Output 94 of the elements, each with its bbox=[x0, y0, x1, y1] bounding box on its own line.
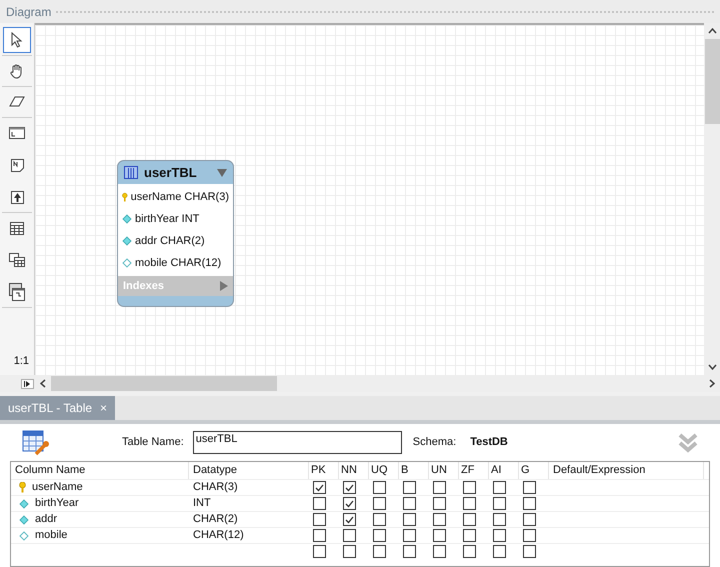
checkbox[interactable] bbox=[313, 513, 326, 526]
eraser-icon bbox=[9, 96, 25, 108]
checkbox[interactable] bbox=[343, 529, 356, 542]
checkbox[interactable] bbox=[403, 481, 416, 494]
checkbox[interactable] bbox=[493, 545, 506, 558]
layer-icon bbox=[9, 127, 25, 139]
checkbox[interactable] bbox=[523, 529, 536, 542]
column-name-cell-text: userName bbox=[32, 480, 83, 496]
checkbox[interactable] bbox=[433, 481, 446, 494]
entity-title: userTBL bbox=[144, 164, 198, 182]
column-header[interactable]: NN bbox=[339, 462, 369, 479]
checkbox[interactable] bbox=[433, 529, 446, 542]
column-header[interactable]: B bbox=[399, 462, 429, 479]
checkbox[interactable] bbox=[373, 545, 386, 558]
checkbox[interactable] bbox=[373, 497, 386, 510]
expand-icon[interactable] bbox=[220, 281, 228, 291]
checkbox[interactable] bbox=[343, 497, 356, 510]
note-icon bbox=[10, 158, 24, 172]
datatype-cell: INT bbox=[193, 497, 211, 510]
checkbox[interactable] bbox=[493, 497, 506, 510]
datatype-cell: CHAR(12) bbox=[193, 529, 244, 542]
checkbox[interactable] bbox=[373, 529, 386, 542]
tab-label: userTBL - Table bbox=[8, 400, 92, 417]
table-edit-icon bbox=[22, 430, 50, 456]
toggle-palette-icon[interactable] bbox=[21, 378, 34, 388]
entity-field: birthYear INT bbox=[135, 210, 200, 228]
checkbox[interactable] bbox=[463, 545, 476, 558]
checkbox[interactable] bbox=[463, 497, 476, 510]
checkbox[interactable] bbox=[373, 481, 386, 494]
checkbox[interactable] bbox=[403, 529, 416, 542]
tables-icon bbox=[9, 253, 25, 267]
key-icon bbox=[122, 192, 128, 202]
column-name-cell-text: birthYear bbox=[35, 496, 79, 512]
checkbox[interactable] bbox=[493, 529, 506, 542]
checkbox[interactable] bbox=[523, 497, 536, 510]
checkbox[interactable] bbox=[403, 513, 416, 526]
entity-field: mobile CHAR(12) bbox=[135, 254, 222, 272]
datatype-cell: CHAR(2) bbox=[193, 513, 238, 526]
windows-icon bbox=[9, 283, 25, 301]
checkbox[interactable] bbox=[463, 529, 476, 542]
checkbox[interactable] bbox=[493, 513, 506, 526]
checkbox[interactable] bbox=[463, 513, 476, 526]
schema-label: Schema: bbox=[412, 435, 456, 450]
checkbox[interactable] bbox=[523, 513, 536, 526]
column-header[interactable]: Column Name bbox=[11, 462, 189, 479]
checkbox[interactable] bbox=[403, 545, 416, 558]
entity-field: userName CHAR(3) bbox=[130, 188, 229, 206]
schema-name: TestDB bbox=[470, 435, 508, 450]
checkbox[interactable] bbox=[463, 481, 476, 494]
column-name-cell-text: addr bbox=[35, 512, 58, 528]
column-name-cell-text: mobile bbox=[35, 528, 68, 544]
tool-button[interactable] bbox=[3, 27, 31, 53]
column-header[interactable]: Default/Expression bbox=[549, 462, 704, 479]
checkbox[interactable] bbox=[313, 529, 326, 542]
checkbox[interactable] bbox=[343, 513, 356, 526]
checkbox[interactable] bbox=[433, 513, 446, 526]
checkbox[interactable] bbox=[343, 545, 356, 558]
column-header[interactable]: Datatype bbox=[189, 462, 309, 479]
checkbox[interactable] bbox=[313, 481, 326, 494]
collapse-icon[interactable] bbox=[217, 168, 227, 176]
entity-field: addr CHAR(2) bbox=[135, 232, 205, 250]
scroll-thumb[interactable] bbox=[51, 376, 277, 391]
pointer-icon bbox=[11, 32, 23, 48]
column-header[interactable]: AI bbox=[489, 462, 519, 479]
hollow-diamond-icon bbox=[122, 258, 132, 268]
table-name-label: Table Name: bbox=[122, 435, 184, 450]
checkbox[interactable] bbox=[433, 497, 446, 510]
hollow-diamond-icon bbox=[19, 530, 29, 540]
checkbox[interactable] bbox=[313, 497, 326, 510]
checkbox[interactable] bbox=[523, 481, 536, 494]
checkbox[interactable] bbox=[493, 481, 506, 494]
checkbox[interactable] bbox=[313, 545, 326, 558]
diamond-icon bbox=[122, 214, 132, 224]
checkbox[interactable] bbox=[403, 497, 416, 510]
checkbox[interactable] bbox=[433, 545, 446, 558]
column-header[interactable]: UQ bbox=[369, 462, 399, 479]
column-header[interactable]: G bbox=[519, 462, 549, 479]
entity-card[interactable]: userTBL userName CHAR(3) birthYear INT addr CHAR(2) mobile CHAR(12) Indexes bbox=[117, 160, 234, 307]
column-header[interactable]: UN bbox=[429, 462, 459, 479]
table-icon bbox=[10, 222, 24, 234]
scroll-thumb[interactable] bbox=[704, 39, 720, 124]
column-header[interactable]: ZF bbox=[459, 462, 489, 479]
datatype-cell: CHAR(3) bbox=[193, 481, 238, 494]
checkbox[interactable] bbox=[523, 545, 536, 558]
checkbox[interactable] bbox=[373, 513, 386, 526]
diamond-icon bbox=[122, 236, 132, 246]
zoom-label: 1:1 bbox=[14, 354, 30, 368]
panel-title: Diagram bbox=[6, 4, 52, 20]
indexes-label: Indexes bbox=[123, 278, 165, 294]
key-icon bbox=[19, 482, 26, 493]
checkbox[interactable] bbox=[343, 481, 356, 494]
table-name-field[interactable]: userTBL bbox=[192, 431, 402, 454]
table-icon bbox=[124, 166, 138, 179]
column-header[interactable]: PK bbox=[309, 462, 339, 479]
